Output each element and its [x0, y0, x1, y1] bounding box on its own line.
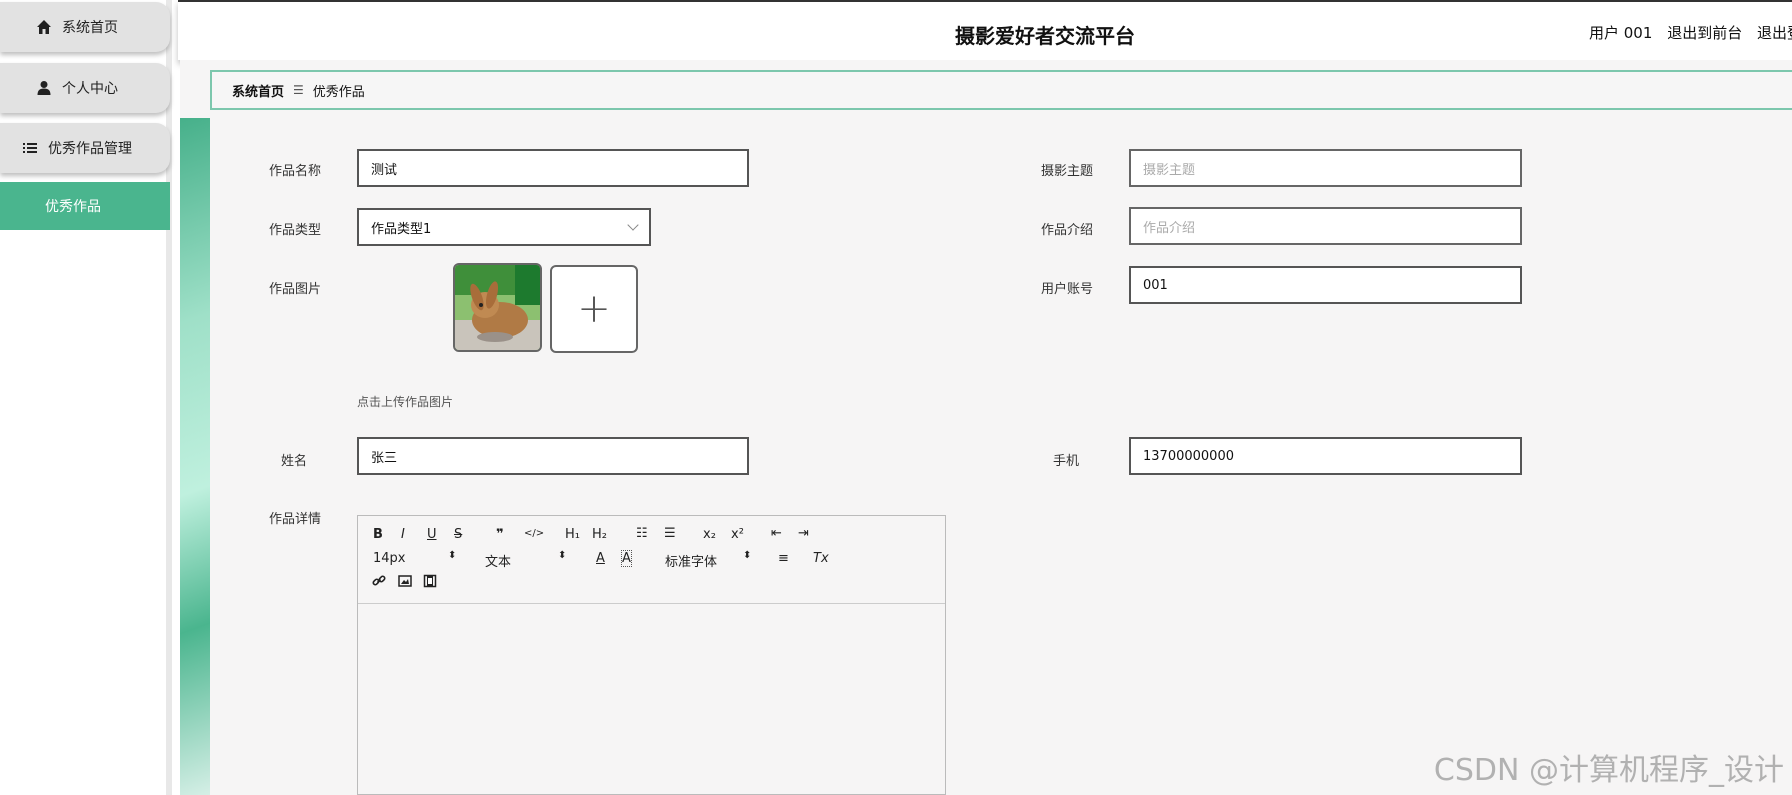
video-icon — [423, 574, 437, 588]
font-size-arrows-icon: ⬍ — [448, 550, 457, 561]
work-name-value: 测试 — [371, 162, 398, 178]
name-value: 张三 — [371, 450, 398, 466]
font-family-select[interactable]: 标准字体 — [665, 551, 717, 570]
user-label: 用户 001 — [1589, 24, 1653, 42]
outdent-button[interactable]: ⇤ — [771, 526, 782, 541]
h1-button[interactable]: H₁ — [565, 527, 580, 542]
ordered-list-button[interactable]: ☷ — [636, 526, 648, 541]
theme-input[interactable]: 摄影主题 — [1129, 149, 1522, 187]
phone-value: 13700000000 — [1143, 448, 1234, 464]
account-input[interactable]: 001 — [1129, 266, 1522, 304]
background-color-button[interactable]: A — [621, 550, 632, 567]
link-button[interactable] — [372, 574, 386, 592]
uploaded-image-thumbnail[interactable] — [453, 263, 542, 352]
sidebar-item-home[interactable]: 系统首页 — [0, 2, 170, 52]
phone-input[interactable]: 13700000000 — [1129, 437, 1522, 475]
text-style-arrows-icon: ⬍ — [558, 550, 567, 561]
editor-toolbar: B I U S ❞ </> H₁ H₂ ☷ ☰ x₂ x² ⇤ ⇥ 14px ⬍… — [358, 516, 945, 604]
sidebar-item-label: 个人中心 — [62, 81, 118, 97]
home-icon — [36, 19, 52, 35]
text-style-select[interactable]: 文本 — [485, 551, 511, 570]
watermark: CSDN @计算机程序_设计 — [1433, 753, 1784, 788]
code-button[interactable]: </> — [524, 528, 544, 539]
detail-label: 作品详情 — [268, 512, 321, 527]
breadcrumb-home[interactable]: 系统首页 — [232, 81, 284, 100]
work-type-label: 作品类型 — [268, 223, 321, 238]
upload-hint: 点击上传作品图片 — [357, 395, 454, 409]
image-button[interactable] — [398, 574, 412, 592]
sidebar-item-label: 优秀作品管理 — [48, 141, 132, 157]
underline-button[interactable]: U — [427, 527, 437, 542]
bullet-list-button[interactable]: ☰ — [664, 526, 676, 541]
italic-button[interactable]: I — [401, 527, 405, 542]
sidebar-subitem-excellent-works[interactable]: 优秀作品 — [0, 182, 170, 230]
h2-button[interactable]: H₂ — [592, 527, 607, 542]
account-value: 001 — [1143, 277, 1168, 293]
intro-label: 作品介绍 — [1040, 223, 1093, 238]
account-label: 用户账号 — [1040, 282, 1093, 297]
to-front-link[interactable]: 退出到前台 — [1667, 24, 1742, 42]
breadcrumb: 系统首页 ☰ 优秀作品 — [210, 70, 1792, 110]
theme-placeholder: 摄影主题 — [1143, 162, 1196, 178]
upload-image-button[interactable]: + — [550, 265, 638, 353]
sidebar-item-label: 系统首页 — [62, 20, 118, 36]
subscript-button[interactable]: x₂ — [703, 527, 716, 542]
bold-button[interactable]: B — [373, 527, 383, 542]
rabbit-photo-icon — [455, 265, 540, 350]
user-icon — [36, 80, 52, 96]
name-label: 姓名 — [280, 454, 307, 469]
video-button[interactable] — [423, 574, 437, 592]
sidebar-item-works-management[interactable]: 优秀作品管理 — [0, 123, 170, 173]
intro-input[interactable]: 作品介绍 — [1129, 207, 1522, 245]
clear-format-button[interactable]: Tx — [813, 551, 829, 566]
name-input[interactable]: 张三 — [357, 437, 749, 475]
chevron-down-icon — [627, 219, 639, 231]
breadcrumb-separator-icon: ☰ — [293, 83, 304, 97]
logout-link[interactable]: 退出登 — [1757, 24, 1792, 42]
indent-button[interactable]: ⇥ — [798, 526, 809, 541]
user-area: 用户 001 退出到前台 退出登 — [1579, 22, 1792, 43]
top-header: 摄影爱好者交流平台 用户 001 退出到前台 退出登 — [178, 0, 1792, 60]
theme-label: 摄影主题 — [1040, 164, 1093, 179]
sidebar-item-profile[interactable]: 个人中心 — [0, 63, 170, 113]
strike-button[interactable]: S — [454, 527, 462, 542]
phone-label: 手机 — [1052, 454, 1079, 469]
link-icon — [372, 575, 386, 586]
plus-icon: + — [577, 286, 611, 332]
app-title: 摄影爱好者交流平台 — [955, 24, 1135, 48]
rich-text-editor: B I U S ❞ </> H₁ H₂ ☷ ☰ x₂ x² ⇤ ⇥ 14px ⬍… — [357, 515, 946, 795]
work-type-value: 作品类型1 — [371, 221, 432, 237]
font-color-button[interactable]: A — [596, 551, 605, 566]
decorative-strip — [180, 118, 210, 795]
font-family-arrows-icon: ⬍ — [743, 550, 752, 561]
align-button[interactable]: ≡ — [778, 551, 789, 566]
work-name-input[interactable]: 测试 — [357, 149, 749, 187]
sidebar: 系统首页 个人中心 优秀作品管理 优秀作品 — [0, 0, 172, 795]
superscript-button[interactable]: x² — [731, 527, 744, 542]
font-size-select[interactable]: 14px — [373, 551, 406, 566]
quote-button[interactable]: ❞ — [496, 527, 504, 542]
breadcrumb-current: 优秀作品 — [312, 84, 365, 100]
menu-list-icon — [22, 140, 38, 156]
image-icon — [398, 575, 412, 587]
work-type-select[interactable]: 作品类型1 — [357, 208, 651, 246]
image-label: 作品图片 — [268, 282, 321, 297]
editor-body[interactable] — [358, 604, 945, 794]
work-name-label: 作品名称 — [268, 164, 321, 179]
intro-placeholder: 作品介绍 — [1143, 220, 1196, 236]
